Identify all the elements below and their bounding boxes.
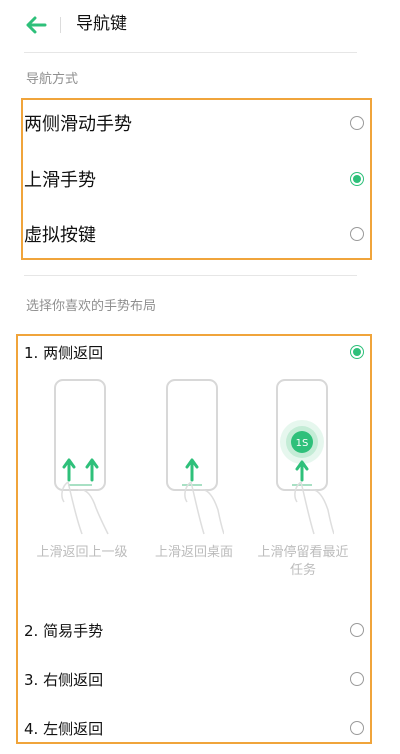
header-divider bbox=[60, 17, 61, 33]
caption-back: 上滑返回上一级 bbox=[36, 545, 128, 560]
radio-button-selected[interactable] bbox=[350, 172, 364, 186]
hold-duration-label: 1S bbox=[296, 438, 309, 449]
radio-button[interactable] bbox=[350, 672, 364, 686]
radio-button-selected[interactable] bbox=[350, 345, 364, 359]
layout-option-left-side-back[interactable]: 4. 左侧返回 bbox=[24, 706, 364, 750]
phone-illustration-back bbox=[54, 379, 109, 535]
nav-option-label: 上滑手势 bbox=[24, 170, 96, 191]
layout-option-both-sides-back[interactable]: 1. 两侧返回 bbox=[24, 330, 364, 374]
nav-mode-section-label: 导航方式 bbox=[26, 72, 79, 87]
radio-button[interactable] bbox=[350, 227, 364, 241]
back-button[interactable] bbox=[22, 12, 50, 38]
layout-option-right-side-back[interactable]: 3. 右侧返回 bbox=[24, 657, 364, 701]
phone-illustration-home bbox=[166, 379, 224, 535]
caption-recents-line1: 上滑停留看最近 bbox=[257, 545, 349, 560]
radio-button[interactable] bbox=[350, 721, 364, 735]
nav-option-label: 虚拟按键 bbox=[24, 225, 96, 246]
layout-option-label: 3. 右侧返回 bbox=[24, 670, 104, 689]
nav-option-virtual-keys[interactable]: 虚拟按键 bbox=[24, 212, 364, 256]
nav-option-label: 两侧滑动手势 bbox=[24, 114, 132, 135]
nav-option-swipe-up[interactable]: 上滑手势 bbox=[24, 157, 364, 201]
layout-option-label: 4. 左侧返回 bbox=[24, 719, 104, 738]
caption-recents: 上滑停留看最近 任务 bbox=[248, 544, 358, 580]
radio-button[interactable] bbox=[350, 116, 364, 130]
layout-option-label: 1. 两侧返回 bbox=[24, 343, 104, 362]
layout-option-simple-gestures[interactable]: 2. 简易手势 bbox=[24, 608, 364, 652]
page-title: 导航键 bbox=[76, 14, 127, 34]
header-divider-line bbox=[24, 52, 357, 53]
phone-illustration-recents: 1S bbox=[276, 379, 334, 535]
caption-home: 上滑返回桌面 bbox=[154, 545, 233, 560]
radio-button[interactable] bbox=[350, 623, 364, 637]
section-divider bbox=[24, 275, 357, 276]
layout-option-label: 2. 简易手势 bbox=[24, 621, 104, 640]
back-arrow-icon bbox=[26, 16, 47, 34]
gesture-layout-section-label: 选择你喜欢的手势布局 bbox=[26, 299, 157, 314]
caption-recents-line2: 任务 bbox=[289, 563, 316, 578]
nav-option-two-side-swipe[interactable]: 两侧滑动手势 bbox=[24, 101, 364, 145]
